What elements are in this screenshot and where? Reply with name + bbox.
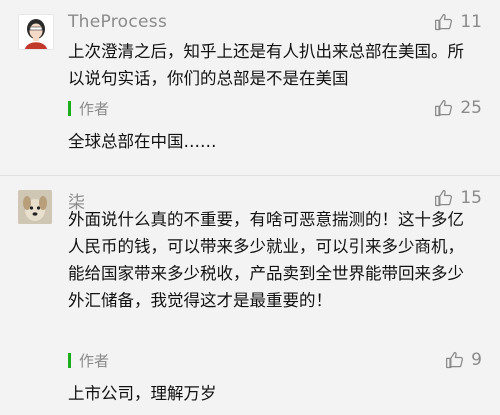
comment-item: 柒 15 外面说什么真的不重要，有啥可恶意揣测的！这十多亿人民币的钱，可以带来多… (0, 176, 500, 415)
thumbs-up-icon (435, 13, 453, 31)
reply-like-count: 25 (460, 98, 482, 118)
like-button[interactable]: 11 (434, 12, 482, 32)
avatar[interactable] (18, 14, 54, 50)
avatar-dog-icon (18, 190, 52, 224)
thumbs-up-icon (435, 189, 453, 207)
avatar[interactable] (18, 190, 52, 224)
comment-item: TheProcess 11 上次澄清之后，知乎上还是有人扒出来总部在美国。所以说… (0, 0, 500, 175)
reply-like-button[interactable]: 25 (434, 98, 482, 118)
reply-text: 上市公司，理解万岁 (68, 384, 217, 403)
comment-text: 外面说什么真的不重要，有啥可恶意揣测的！这十多亿人民币的钱，可以带来多少就业，可… (68, 210, 464, 310)
author-label-text: 作者 (79, 99, 110, 118)
author-label-text: 作者 (79, 351, 110, 370)
comment-text: 上次澄清之后，知乎上还是有人扒出来总部在美国。所以说句实话，你们的总部是不是在美… (68, 42, 464, 88)
reply-like-count: 9 (471, 350, 482, 370)
like-button[interactable]: 15 (434, 188, 482, 208)
author-accent-bar (68, 100, 71, 116)
comment-username[interactable]: TheProcess (68, 12, 167, 32)
thumbs-up-icon (446, 351, 464, 369)
author-label: 作者 (68, 350, 482, 370)
like-count: 11 (460, 12, 482, 32)
author-accent-bar (68, 352, 71, 368)
author-label: 作者 (68, 98, 482, 118)
thumbs-up-icon (435, 99, 453, 117)
author-reply: 作者 9 上市公司，理解万岁 (68, 350, 482, 406)
like-count: 15 (460, 188, 482, 208)
avatar-portrait-icon (19, 15, 53, 49)
reply-like-button[interactable]: 9 (445, 350, 482, 370)
reply-text: 全球总部在中国…… (68, 132, 217, 151)
author-reply: 作者 25 全球总部在中国…… (68, 98, 482, 154)
